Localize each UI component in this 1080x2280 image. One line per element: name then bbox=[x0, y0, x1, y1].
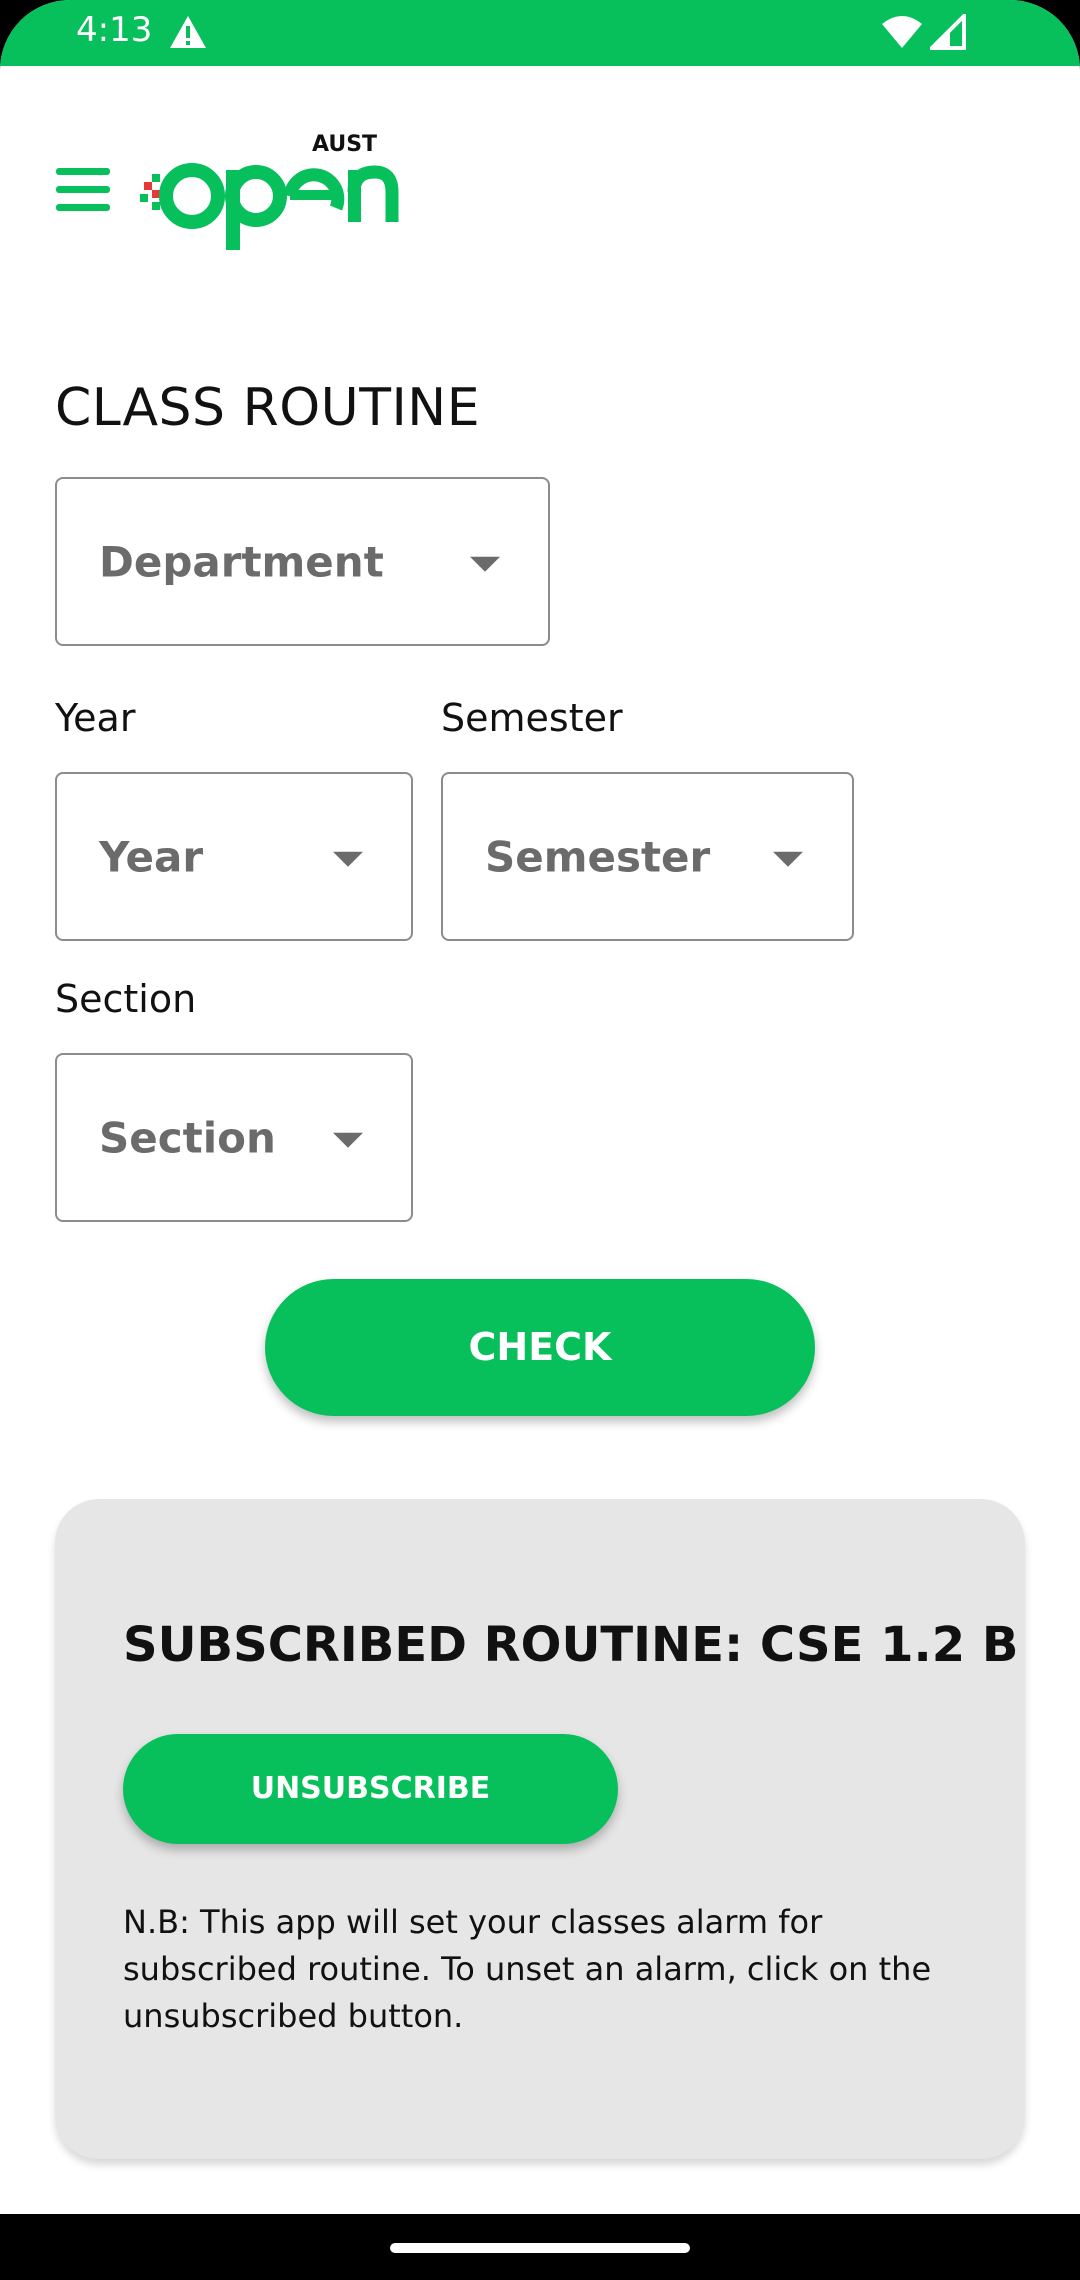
chevron-down-icon bbox=[333, 1132, 363, 1148]
section-label: Section bbox=[55, 977, 197, 1021]
department-dropdown[interactable]: Department bbox=[55, 477, 550, 646]
year-dropdown-value: Year bbox=[99, 832, 204, 881]
warning-triangle-icon bbox=[170, 16, 206, 48]
cell-signal-icon bbox=[930, 14, 966, 50]
logo-superscript: AUST bbox=[312, 132, 378, 157]
subscription-card: SUBSCRIBED ROUTINE: CSE 1.2 B UNSUBSCRIB… bbox=[55, 1499, 1025, 2159]
semester-dropdown-value: Semester bbox=[485, 832, 711, 881]
department-dropdown-value: Department bbox=[99, 537, 384, 586]
section-dropdown-value: Section bbox=[99, 1113, 276, 1162]
home-indicator[interactable] bbox=[390, 2243, 690, 2253]
semester-label: Semester bbox=[441, 696, 623, 740]
chevron-down-icon bbox=[333, 851, 363, 867]
hamburger-menu-icon[interactable] bbox=[56, 166, 110, 214]
status-bar: 4:13 bbox=[0, 0, 1080, 66]
wifi-icon bbox=[882, 16, 922, 48]
section-dropdown[interactable]: Section bbox=[55, 1053, 413, 1222]
status-time: 4:13 bbox=[76, 10, 153, 50]
subscribed-routine-title: SUBSCRIBED ROUTINE: CSE 1.2 B bbox=[123, 1617, 1019, 1673]
chevron-down-icon bbox=[470, 556, 500, 572]
unsubscribe-button[interactable]: UNSUBSCRIBE bbox=[123, 1734, 618, 1844]
app-screen: 4:13 AUST CLASS ROUTINE Department Year … bbox=[0, 0, 1080, 2280]
semester-dropdown[interactable]: Semester bbox=[441, 772, 854, 941]
check-button[interactable]: CHECK bbox=[265, 1279, 815, 1416]
year-label: Year bbox=[55, 696, 136, 740]
year-dropdown[interactable]: Year bbox=[55, 772, 413, 941]
chevron-down-icon bbox=[773, 851, 803, 867]
app-logo: AUST bbox=[140, 132, 400, 252]
page-title: CLASS ROUTINE bbox=[55, 378, 481, 438]
subscription-note: N.B: This app will set your classes alar… bbox=[123, 1903, 932, 2035]
